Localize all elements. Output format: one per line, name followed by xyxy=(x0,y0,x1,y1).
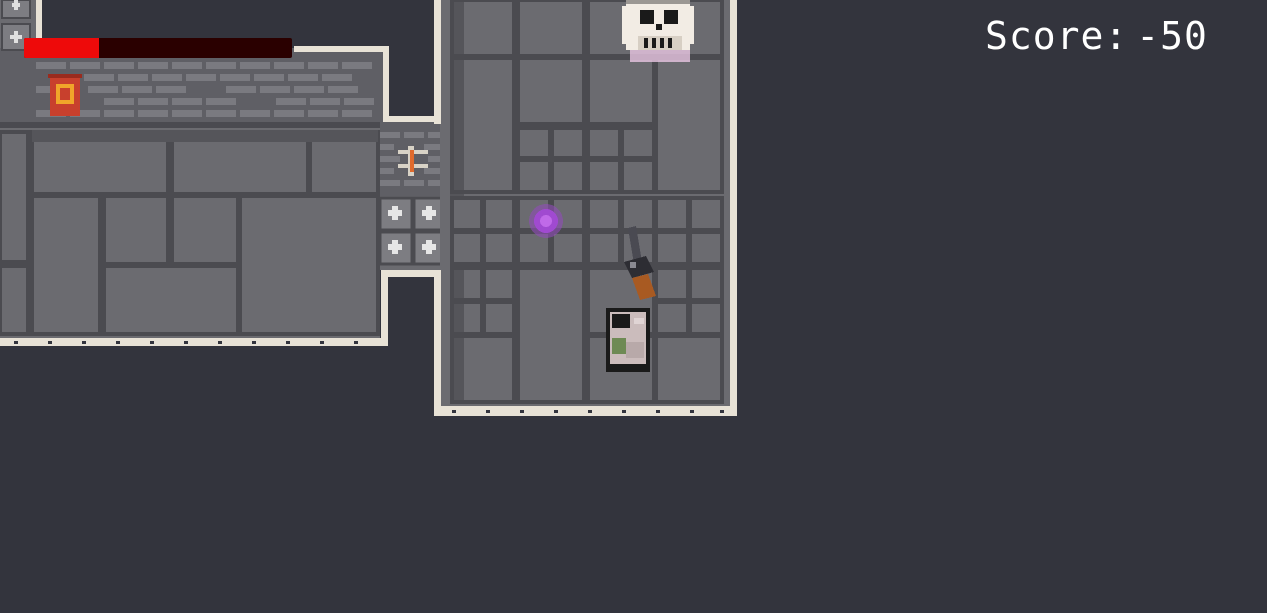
right-room xyxy=(434,0,737,416)
health-bar-fill xyxy=(24,38,99,58)
floor-spike-trap-icon xyxy=(378,196,448,266)
score-value: -50 xyxy=(1136,14,1208,58)
score-label: Score: xyxy=(985,14,1129,58)
skull-enemy-icon xyxy=(622,0,694,62)
health-bar xyxy=(24,38,292,58)
corridor xyxy=(378,122,450,270)
game-viewport xyxy=(0,0,1267,613)
score-display: Score: -50 xyxy=(985,14,1208,58)
knight-player-icon xyxy=(606,308,650,372)
purple-energy-orb-icon xyxy=(529,204,563,238)
wall-banner-icon xyxy=(48,74,82,116)
left-room-floor xyxy=(0,128,380,340)
